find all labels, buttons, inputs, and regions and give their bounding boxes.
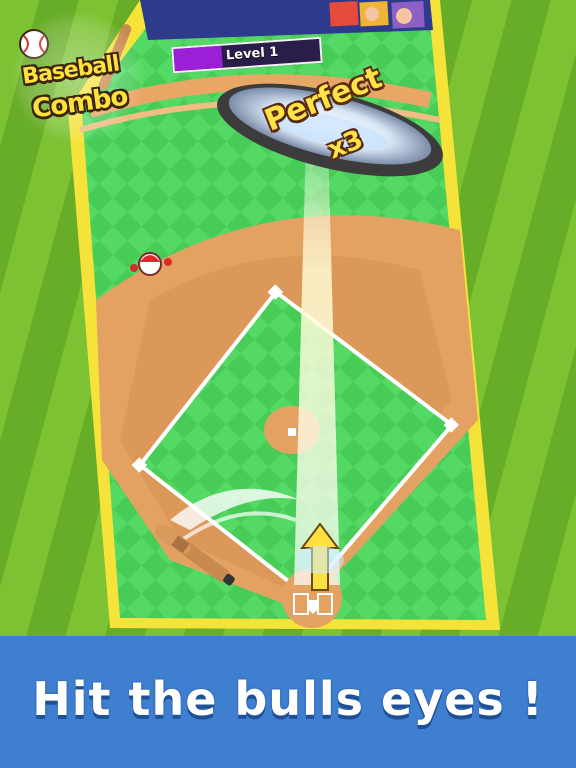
logo-title-line2: Combo — [30, 81, 130, 125]
caption-text: Hit the bulls eyes ! — [32, 672, 544, 726]
level-progress-fill — [173, 45, 223, 72]
game-logo: Baseball Combo — [8, 20, 148, 130]
level-label: Level 1 — [225, 44, 279, 64]
